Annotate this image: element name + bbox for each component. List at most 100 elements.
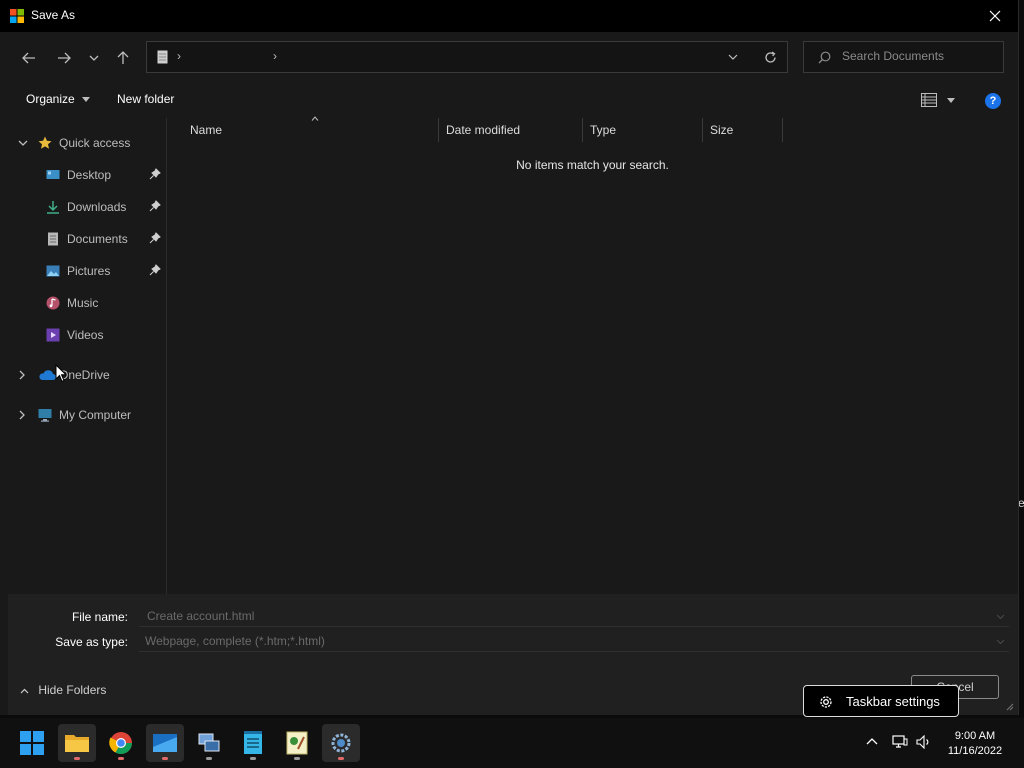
caret-down-icon [947, 98, 955, 103]
change-view-button[interactable] [921, 93, 957, 109]
mail-icon [153, 734, 177, 752]
column-header-size[interactable]: Size [710, 123, 733, 137]
chevron-up-icon [20, 688, 29, 694]
running-indicator [162, 757, 168, 760]
up-button[interactable] [111, 48, 135, 68]
hide-folders-label: Hide Folders [38, 683, 107, 697]
navigation-pane: Quick access Desktop Downloads Documents… [8, 118, 167, 594]
music-icon [46, 296, 60, 310]
star-icon [38, 136, 52, 149]
taskbar-settings-popup[interactable]: Taskbar settings [803, 685, 959, 717]
address-dropdown-icon[interactable] [728, 54, 738, 61]
nav-item-onedrive[interactable]: OneDrive [8, 362, 166, 388]
settings-icon [331, 733, 351, 753]
column-divider[interactable] [438, 118, 439, 142]
save-as-dialog: Save As › › Organize [0, 0, 1019, 715]
nav-label-pictures: Pictures [67, 264, 111, 278]
recent-locations-button[interactable] [82, 48, 106, 68]
column-divider[interactable] [582, 118, 583, 142]
nav-item-music[interactable]: Music [8, 290, 166, 316]
column-divider[interactable] [782, 118, 783, 142]
clock-date: 11/16/2022 [947, 745, 1003, 757]
nav-item-documents[interactable]: Documents [8, 226, 166, 252]
start-icon [20, 731, 44, 755]
nav-label-my-computer: My Computer [59, 408, 132, 422]
navigation-bar: › › [8, 32, 1018, 84]
network-icon[interactable] [892, 735, 908, 749]
pin-icon [149, 232, 161, 244]
taskbar-notepad[interactable] [234, 724, 272, 762]
search-box[interactable] [803, 41, 1004, 73]
cloud-icon [39, 370, 56, 380]
file-name-field[interactable]: Create account.html [139, 606, 1009, 627]
taskbar-settings[interactable] [322, 724, 360, 762]
clock-time: 9:00 AM [954, 730, 996, 742]
chevron-down-icon[interactable] [996, 639, 1005, 645]
column-header-name[interactable]: Name [190, 123, 222, 137]
chevron-down-icon [89, 55, 99, 61]
document-icon [48, 232, 58, 246]
nav-label-quick-access: Quick access [59, 136, 131, 150]
back-button[interactable] [17, 48, 41, 68]
save-as-type-value: Webpage, complete (*.htm;*.html) [145, 634, 325, 648]
file-name-label: File name: [71, 610, 128, 624]
nav-item-desktop[interactable]: Desktop [8, 162, 166, 188]
nav-item-quick-access[interactable]: Quick access [8, 130, 166, 156]
organize-label: Organize [26, 92, 75, 106]
close-button[interactable] [978, 2, 1012, 30]
chevron-down-icon[interactable] [996, 614, 1005, 620]
start-button[interactable] [13, 724, 51, 762]
desktop-icon [46, 170, 60, 179]
title-bar: Save As [0, 0, 1018, 32]
column-divider[interactable] [702, 118, 703, 142]
search-icon [818, 51, 831, 64]
nav-item-my-computer[interactable]: My Computer [8, 402, 166, 428]
nav-label-desktop: Desktop [67, 168, 112, 182]
command-bar: Organize New folder ? [8, 84, 1018, 118]
chevron-up-icon[interactable] [866, 737, 878, 745]
hide-folders-button[interactable]: Hide Folders [20, 683, 106, 697]
taskbar-chrome[interactable] [102, 724, 140, 762]
mouse-cursor-icon [55, 364, 67, 383]
breadcrumb-separator[interactable]: › [273, 49, 277, 63]
nav-label-downloads: Downloads [67, 200, 127, 214]
save-as-type-select[interactable]: Webpage, complete (*.htm;*.html) [139, 631, 1009, 652]
save-as-type-label: Save as type: [55, 635, 128, 649]
organize-button[interactable]: Organize [26, 92, 91, 106]
nav-item-videos[interactable]: Videos [8, 322, 166, 348]
windows-logo-icon [10, 9, 24, 23]
new-folder-button[interactable]: New folder [117, 92, 174, 106]
nav-item-downloads[interactable]: Downloads [8, 194, 166, 220]
taskbar-settings-label: Taskbar settings [846, 694, 940, 709]
pictures-icon [46, 265, 60, 277]
chevron-down-icon[interactable] [18, 139, 28, 147]
refresh-icon[interactable] [764, 51, 777, 64]
taskbar-mail[interactable] [146, 724, 184, 762]
taskbar-network-app[interactable] [190, 724, 228, 762]
empty-state-message: No items match your search. [516, 158, 669, 172]
column-header-type[interactable]: Type [590, 123, 616, 137]
volume-icon[interactable] [916, 735, 932, 749]
computer-icon [38, 409, 52, 422]
taskbar-file-explorer[interactable] [58, 724, 96, 762]
help-icon[interactable]: ? [985, 93, 1001, 109]
chevron-right-icon[interactable] [18, 410, 26, 420]
running-indicator [294, 757, 300, 760]
arrow-right-icon [58, 52, 71, 64]
column-header-date-modified[interactable]: Date modified [446, 123, 520, 137]
file-explorer-icon [65, 735, 89, 752]
search-input[interactable] [842, 49, 992, 63]
chevron-right-icon[interactable] [18, 370, 26, 380]
system-clock[interactable]: 9:00 AM 11/16/2022 [940, 729, 1010, 759]
dialog-title: Save As [31, 8, 76, 22]
nav-label-videos: Videos [67, 328, 104, 342]
forward-button[interactable] [52, 48, 76, 68]
resize-grip-icon[interactable] [1006, 703, 1014, 711]
address-bar[interactable]: › › [146, 41, 788, 73]
running-indicator [250, 757, 256, 760]
taskbar-paint[interactable] [278, 724, 316, 762]
nav-item-pictures[interactable]: Pictures [8, 258, 166, 284]
details-view-icon [921, 93, 937, 107]
videos-icon [46, 328, 60, 342]
breadcrumb-separator[interactable]: › [177, 49, 181, 63]
